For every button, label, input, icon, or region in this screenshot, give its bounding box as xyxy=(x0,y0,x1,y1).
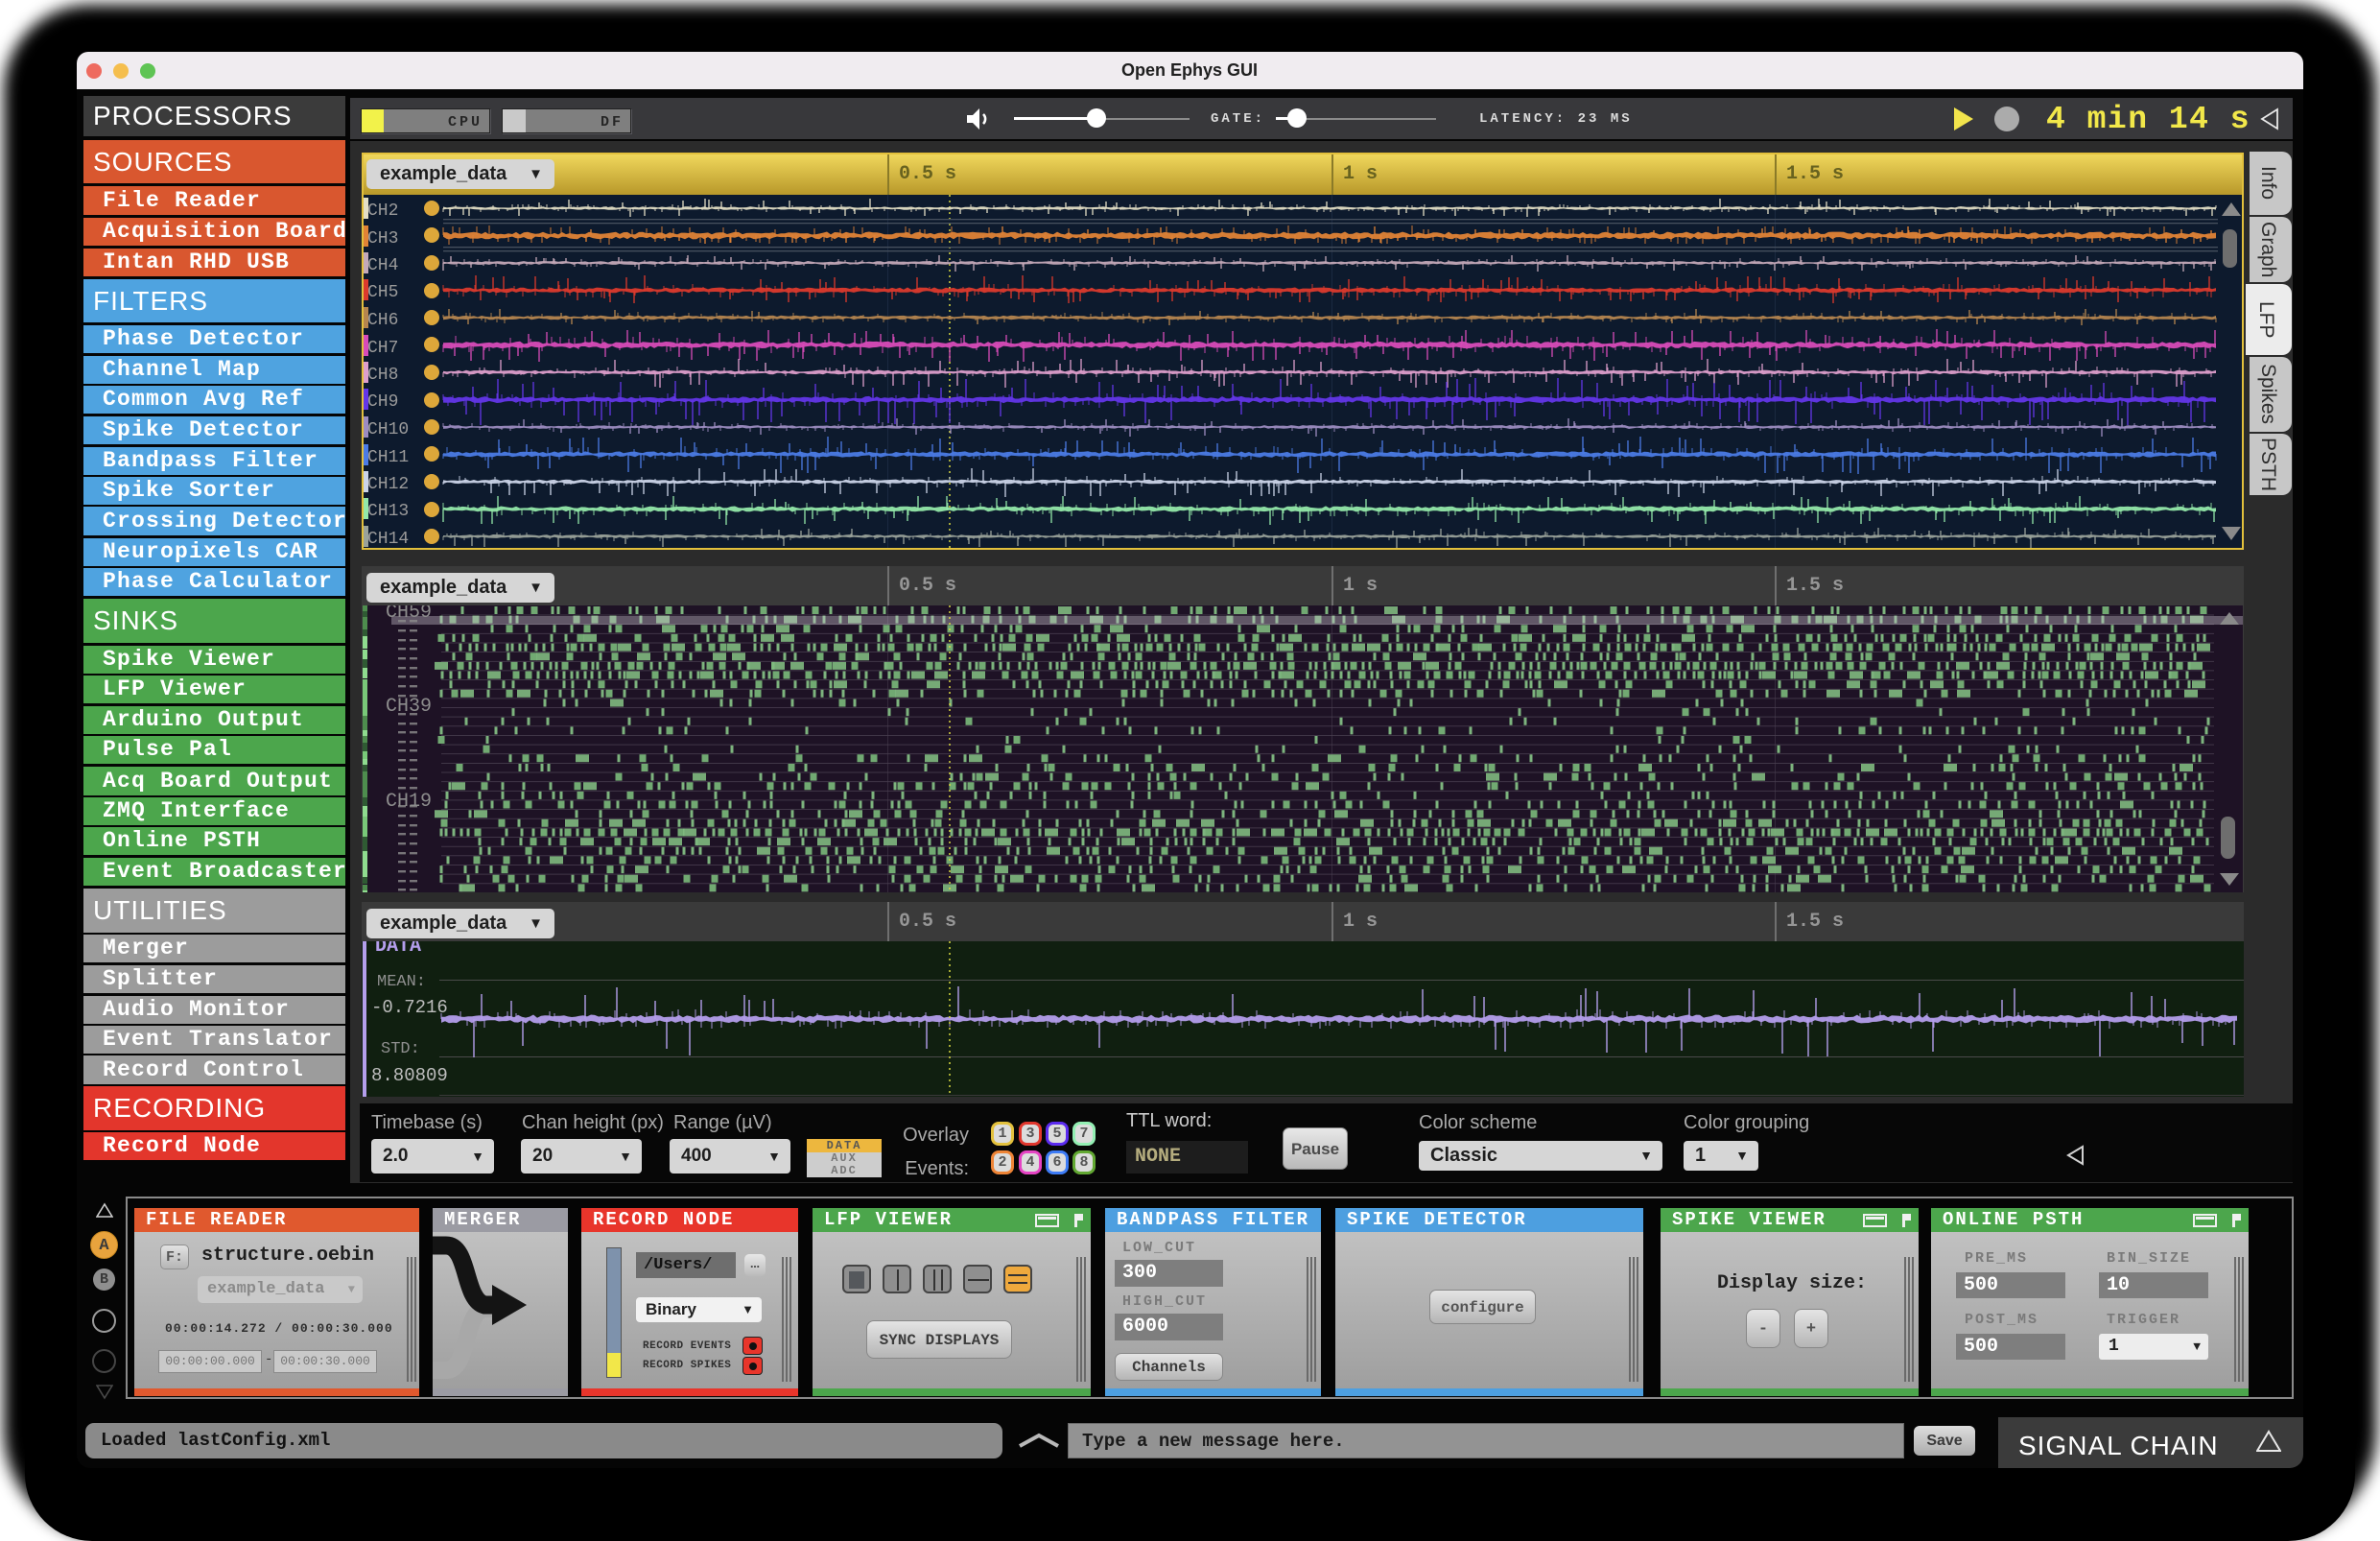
svg-text:CH12: CH12 xyxy=(367,475,409,494)
svg-text:CH5: CH5 xyxy=(367,283,398,302)
svg-text:CH6: CH6 xyxy=(367,311,398,330)
svg-text:CH14: CH14 xyxy=(367,530,409,548)
svg-text:CH13: CH13 xyxy=(367,502,409,521)
svg-text:CH7: CH7 xyxy=(367,339,398,358)
svg-text:CH9: CH9 xyxy=(367,392,398,412)
svg-text:CH8: CH8 xyxy=(367,366,398,385)
svg-text:CH11: CH11 xyxy=(367,448,409,467)
svg-text:-0.7216: -0.7216 xyxy=(371,997,448,1018)
svg-text:CH10: CH10 xyxy=(367,420,409,439)
svg-text:CH3: CH3 xyxy=(367,229,398,249)
svg-text:8.80809: 8.80809 xyxy=(371,1065,448,1086)
svg-text:CH39: CH39 xyxy=(386,696,432,718)
svg-text:MEAN:: MEAN: xyxy=(377,973,426,991)
svg-text:STD:: STD: xyxy=(381,1040,420,1058)
svg-text:CH4: CH4 xyxy=(367,256,398,275)
svg-text:CH19: CH19 xyxy=(386,791,432,813)
svg-text:DATA: DATA xyxy=(375,941,421,958)
svg-text:CH2: CH2 xyxy=(367,202,398,221)
svg-text:CH59: CH59 xyxy=(386,605,432,624)
